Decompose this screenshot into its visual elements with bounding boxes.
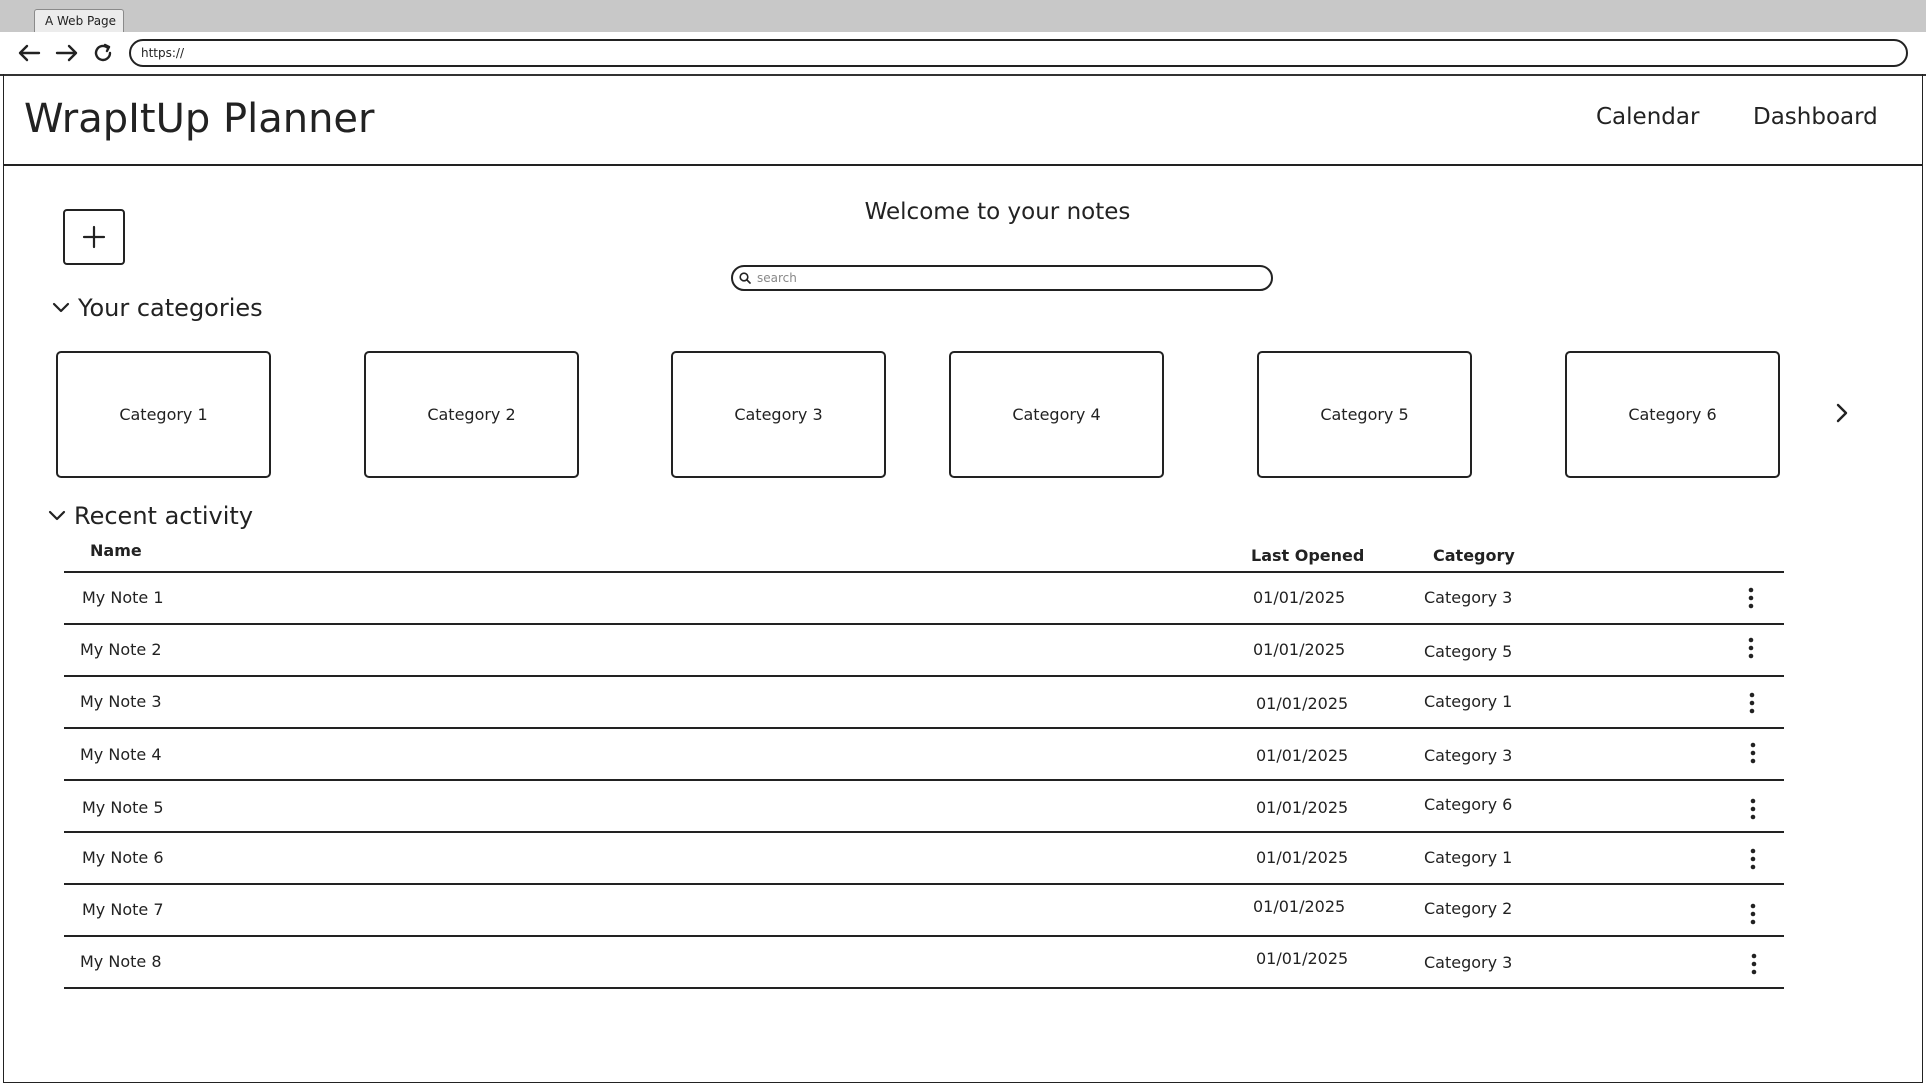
table-row-divider <box>64 935 1784 937</box>
reload-icon[interactable] <box>88 38 118 68</box>
note-category: Category 3 <box>1424 953 1513 972</box>
chevron-down-icon <box>48 510 66 521</box>
note-category: Category 2 <box>1424 899 1513 918</box>
note-category: Category 3 <box>1424 588 1513 607</box>
category-card[interactable]: Category 1 <box>56 351 271 478</box>
note-name[interactable]: My Note 2 <box>80 640 162 659</box>
browser-tab[interactable]: A Web Page <box>34 9 124 32</box>
note-name[interactable]: My Note 8 <box>80 952 162 971</box>
more-options-icon[interactable] <box>1744 739 1762 767</box>
welcome-heading: Welcome to your notes <box>864 199 1131 225</box>
note-category: Category 6 <box>1424 795 1513 814</box>
table-divider <box>64 571 1784 573</box>
app-title: WrapItUp Planner <box>24 96 375 142</box>
more-options-icon[interactable] <box>1743 689 1761 717</box>
table-row-divider <box>64 987 1784 989</box>
note-category: Category 1 <box>1424 692 1513 711</box>
table-row-divider <box>64 623 1784 625</box>
more-options-icon[interactable] <box>1744 845 1762 873</box>
note-last-opened: 01/01/2025 <box>1256 746 1349 765</box>
chevron-down-icon <box>52 302 70 313</box>
note-name[interactable]: My Note 6 <box>82 848 164 867</box>
note-name[interactable]: My Note 3 <box>80 692 162 711</box>
more-options-icon[interactable] <box>1745 950 1763 978</box>
category-card[interactable]: Category 2 <box>364 351 579 478</box>
back-arrow-icon[interactable] <box>14 38 44 68</box>
table-row-divider <box>64 675 1784 677</box>
note-last-opened: 01/01/2025 <box>1256 694 1349 713</box>
recent-section-toggle[interactable]: Recent activity <box>48 502 253 530</box>
note-name[interactable]: My Note 5 <box>82 798 164 817</box>
table-row-divider <box>64 831 1784 833</box>
note-category: Category 5 <box>1424 642 1513 661</box>
note-last-opened: 01/01/2025 <box>1256 949 1349 968</box>
note-last-opened: 01/01/2025 <box>1253 640 1346 659</box>
table-row-divider <box>64 883 1784 885</box>
chevron-right-icon[interactable] <box>1830 399 1854 427</box>
note-last-opened: 01/01/2025 <box>1253 588 1346 607</box>
note-last-opened: 01/01/2025 <box>1256 798 1349 817</box>
note-last-opened: 01/01/2025 <box>1253 897 1346 916</box>
categories-heading: Your categories <box>78 294 263 322</box>
browser-tab-strip: A Web Page <box>0 0 1926 33</box>
more-options-icon[interactable] <box>1742 584 1760 612</box>
column-header-category: Category <box>1433 546 1515 565</box>
recent-heading: Recent activity <box>74 502 254 530</box>
more-options-icon[interactable] <box>1744 900 1762 928</box>
note-category: Category 3 <box>1424 746 1513 765</box>
note-category: Category 1 <box>1424 848 1513 867</box>
category-card[interactable]: Category 3 <box>671 351 886 478</box>
nav-dashboard-link[interactable]: Dashboard <box>1753 104 1878 130</box>
table-row-divider <box>64 779 1784 781</box>
column-header-name: Name <box>90 541 142 560</box>
search-icon <box>739 272 751 284</box>
note-name[interactable]: My Note 7 <box>82 900 164 919</box>
categories-section-toggle[interactable]: Your categories <box>52 294 263 322</box>
more-options-icon[interactable] <box>1742 634 1760 662</box>
table-row-divider <box>64 727 1784 729</box>
plus-icon <box>82 225 106 249</box>
note-name[interactable]: My Note 1 <box>82 588 164 607</box>
browser-toolbar: https:// <box>0 32 1926 76</box>
note-last-opened: 01/01/2025 <box>1256 848 1349 867</box>
page-frame <box>3 74 1923 1083</box>
address-bar[interactable]: https:// <box>129 39 1908 67</box>
search-box[interactable] <box>731 265 1273 291</box>
nav-calendar-link[interactable]: Calendar <box>1596 104 1699 130</box>
category-card[interactable]: Category 6 <box>1565 351 1780 478</box>
search-input[interactable] <box>755 270 1259 286</box>
add-note-button[interactable] <box>63 209 125 265</box>
more-options-icon[interactable] <box>1744 795 1762 823</box>
column-header-last-opened: Last Opened <box>1251 546 1365 565</box>
category-card[interactable]: Category 5 <box>1257 351 1472 478</box>
category-card[interactable]: Category 4 <box>949 351 1164 478</box>
note-name[interactable]: My Note 4 <box>80 745 162 764</box>
forward-arrow-icon[interactable] <box>52 38 82 68</box>
